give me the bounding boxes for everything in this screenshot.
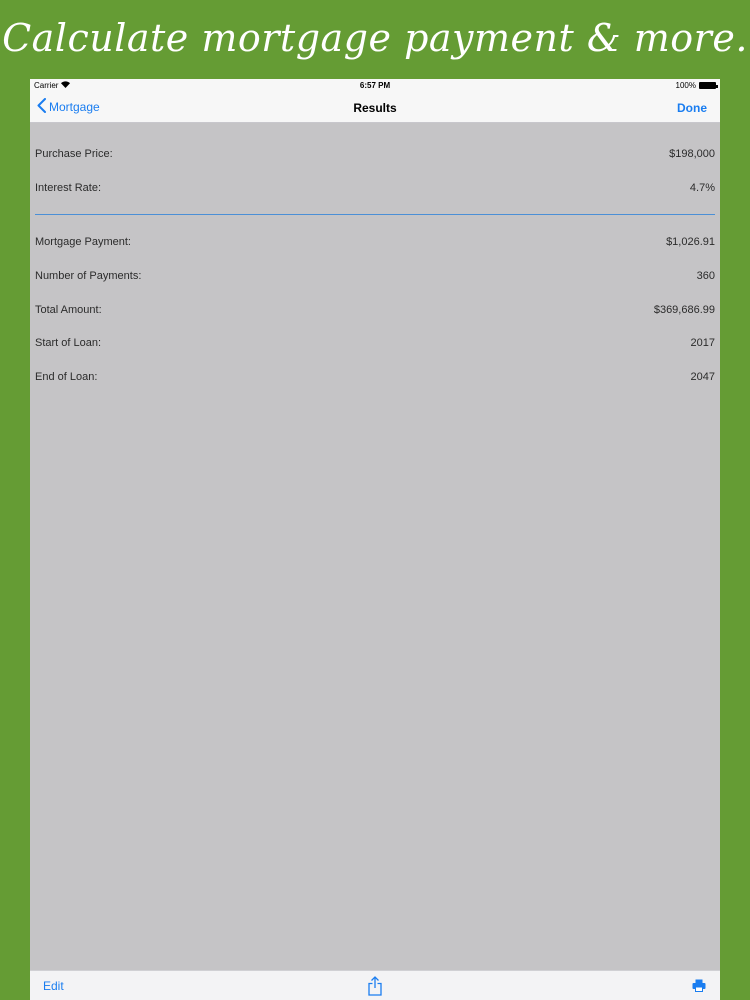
- row-label: Interest Rate:: [35, 182, 102, 194]
- row-value: 4.7%: [689, 182, 715, 194]
- list-item-end-of-loan: End of Loan: 2047: [35, 367, 715, 387]
- row-label: Start of Loan:: [35, 337, 102, 349]
- bottom-toolbar: Edit: [30, 970, 720, 1000]
- battery-icon: [699, 82, 718, 89]
- row-label: End of Loan:: [35, 371, 98, 383]
- row-value: $1,026.91: [666, 236, 715, 248]
- row-value: 2047: [690, 371, 715, 383]
- list-item-start-of-loan: Start of Loan: 2017: [35, 333, 715, 353]
- list-item-number-of-payments: Number of Payments: 360: [35, 266, 715, 286]
- done-button[interactable]: Done: [677, 101, 707, 115]
- status-bar: Carrier 6:57 PM 100%: [30, 79, 720, 93]
- row-label: Mortgage Payment:: [35, 236, 131, 248]
- row-value: 2017: [690, 337, 715, 349]
- share-icon[interactable]: [367, 976, 383, 1000]
- row-value: 360: [696, 270, 715, 282]
- battery-percent: 100%: [675, 81, 696, 90]
- status-time: 6:57 PM: [359, 81, 391, 90]
- promo-banner: Calculate mortgage payment & more.: [0, 0, 750, 80]
- edit-button[interactable]: Edit: [43, 979, 64, 993]
- section-divider: [35, 214, 715, 215]
- list-item-interest-rate: Interest Rate: 4.7%: [35, 178, 715, 198]
- printer-icon[interactable]: [692, 979, 706, 997]
- app-window: Carrier 6:57 PM 100% Mortgage Results Do…: [30, 79, 720, 1000]
- row-label: Number of Payments:: [35, 270, 142, 282]
- navigation-bar: Mortgage Results Done: [30, 93, 720, 123]
- banner-title: Calculate mortgage payment & more.: [2, 16, 748, 60]
- row-value: $198,000: [669, 148, 715, 160]
- page-title: Results: [353, 101, 397, 115]
- list-item-total-amount: Total Amount: $369,686.99: [35, 300, 715, 320]
- row-label: Total Amount:: [35, 304, 102, 316]
- row-label: Purchase Price:: [35, 148, 113, 160]
- list-item-purchase-price: Purchase Price: $198,000: [35, 144, 715, 164]
- row-value: $369,686.99: [653, 304, 715, 316]
- list-item-mortgage-payment: Mortgage Payment: $1,026.91: [35, 232, 715, 252]
